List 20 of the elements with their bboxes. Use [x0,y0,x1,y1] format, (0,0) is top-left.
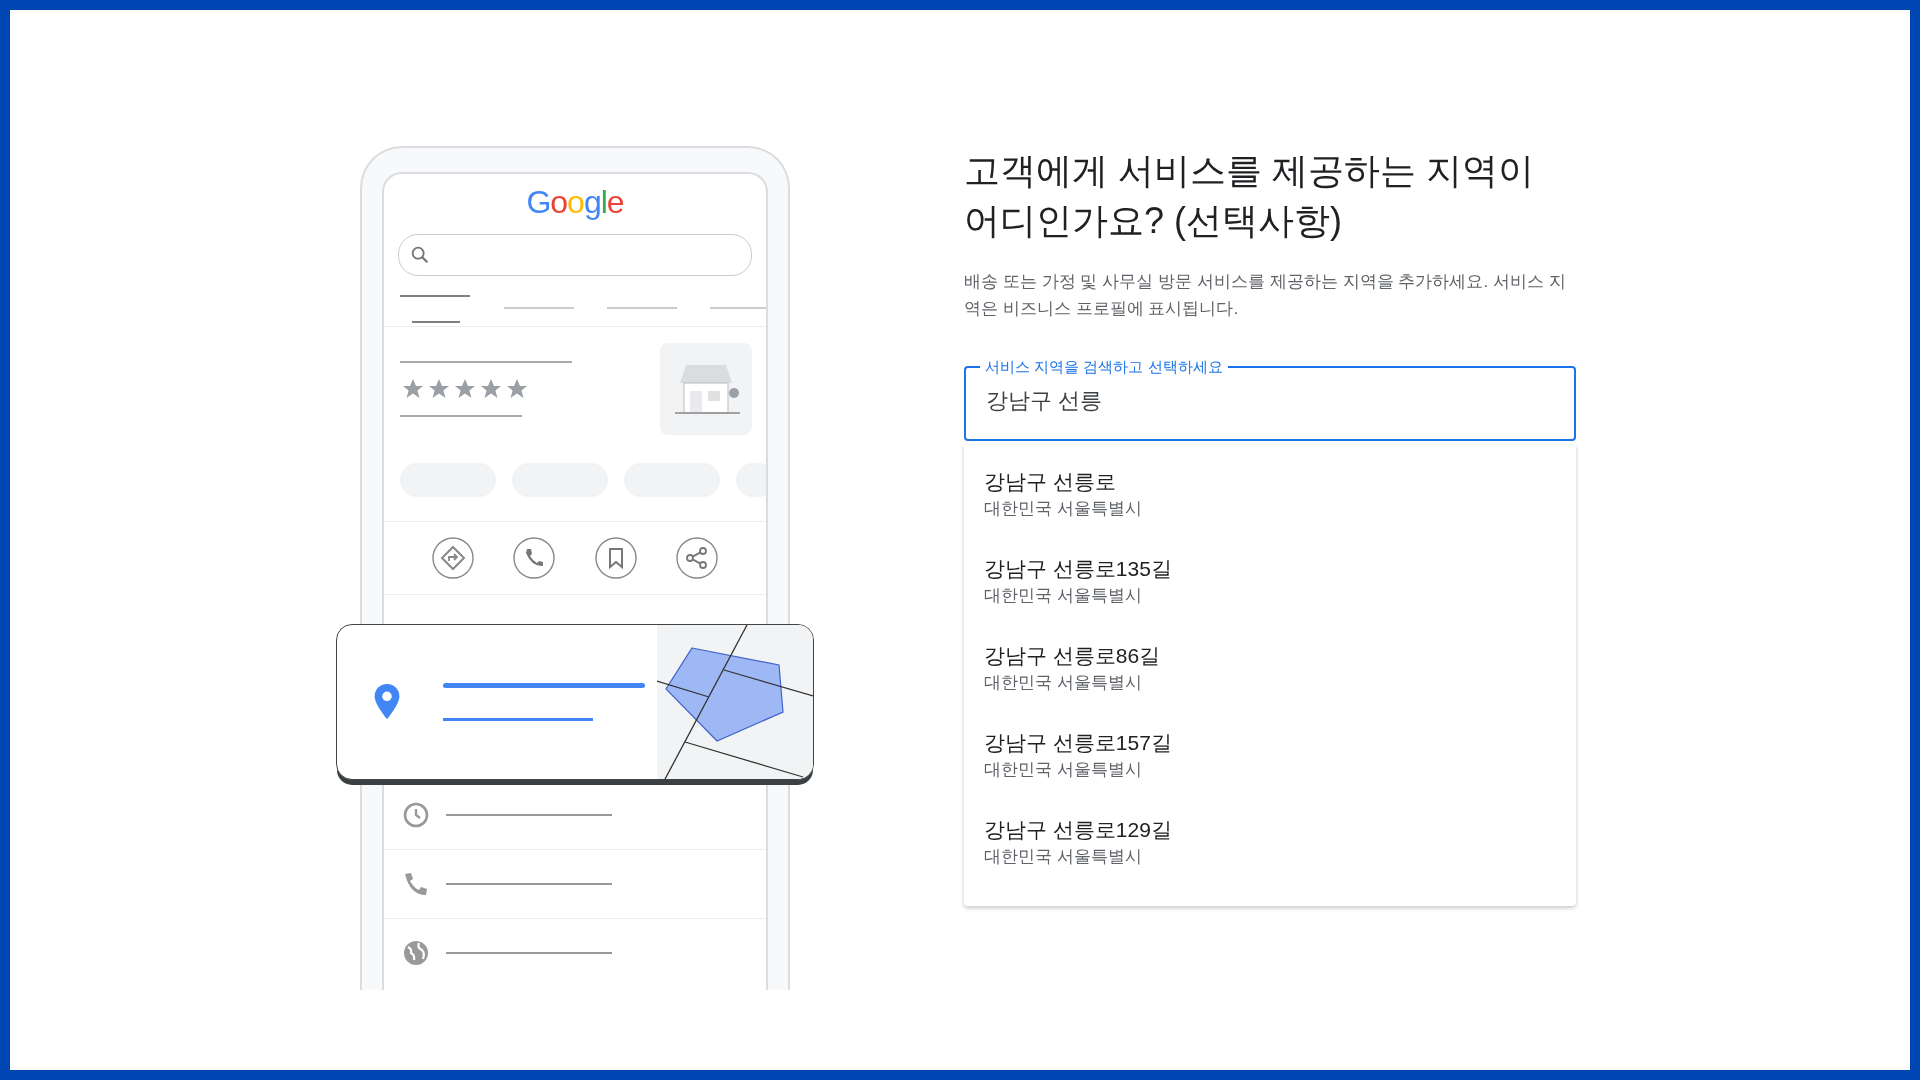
phone-icon [402,870,430,898]
suggestion-item[interactable]: 강남구 선릉로135길 대한민국 서울특별시 [964,544,1576,631]
globe-icon [402,939,430,967]
clock-icon [402,801,430,829]
location-pin-icon [373,683,401,721]
bookmark-icon [593,536,638,580]
page-heading: 고객에게 서비스를 제공하는 지역이 어디인가요? (선택사항) [964,149,1535,243]
google-logo: Google [526,183,624,222]
search-field[interactable]: 서비스 지역을 검색하고 선택하세요 강남구 선릉 [964,358,1576,441]
chip-placeholder [736,463,766,497]
search-icon [409,244,431,266]
suggestion-item[interactable]: 강남구 선릉로157길 대한민국 서울특별시 [964,718,1576,805]
suggestion-item[interactable]: 강남구 선릉로86길 대한민국 서울특별시 [964,631,1576,718]
share-icon [675,536,720,580]
directions-icon [430,536,475,580]
phone-icon [512,536,557,580]
description-text: 배송 또는 가정 및 사무실 방문 서비스를 제공하는 지역을 추가하세요. 서비스 지역은 비즈니스 프로필에 표시됩니다. [964,270,1567,320]
suggestion-item[interactable]: 강남구 선릉로 대한민국 서울특별시 [964,457,1576,544]
suggestion-item[interactable]: 강남구 선릉로129길 대한민국 서울특별시 [964,805,1576,892]
storefront-icon [660,343,752,435]
